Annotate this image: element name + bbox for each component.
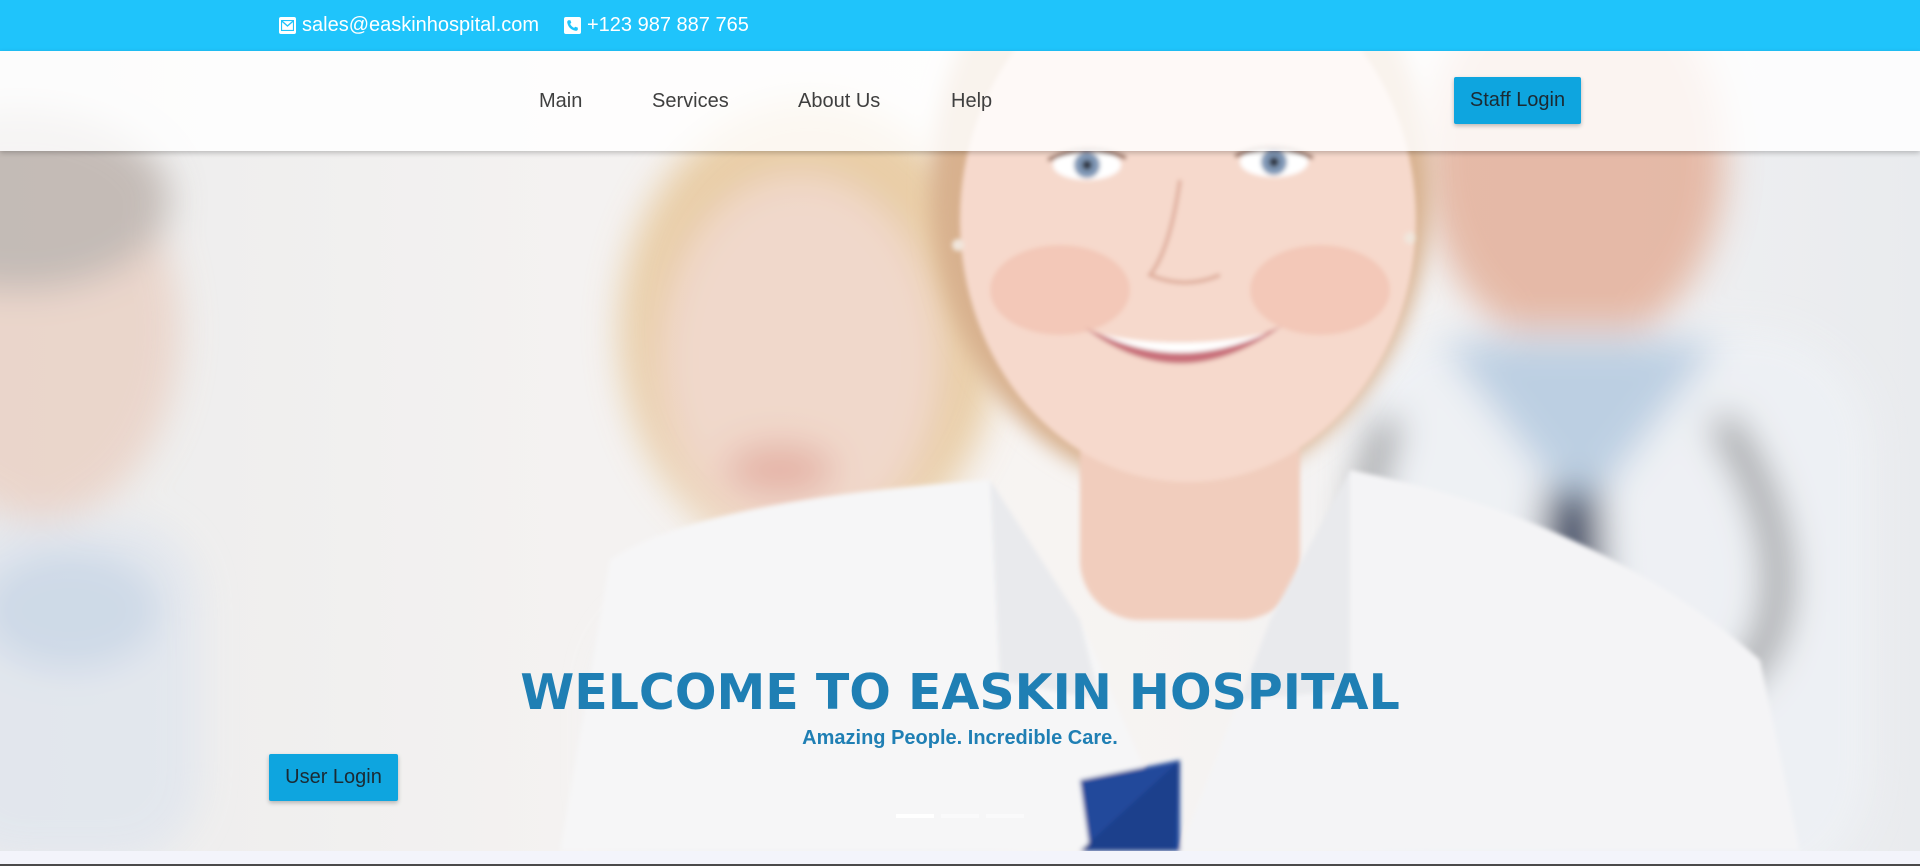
section-divider [0, 851, 1920, 864]
phone-icon [564, 17, 581, 34]
carousel-indicator-3[interactable] [986, 814, 1024, 818]
user-login-button[interactable]: User Login [269, 754, 398, 801]
carousel-indicator-1[interactable] [896, 814, 934, 818]
nav-item-help[interactable]: Help [951, 51, 992, 151]
hero-subtitle: Amazing People. Incredible Care. [802, 727, 1118, 749]
carousel-indicators [896, 814, 1024, 818]
nav-item-main[interactable]: Main [539, 51, 582, 151]
page: sales@easkinhospital.com +123 987 887 76… [0, 0, 1920, 866]
contact-email-text: sales@easkinhospital.com [302, 14, 540, 36]
staff-login-button[interactable]: Staff Login [1454, 77, 1581, 124]
main-navbar: Main Services About Us Help [0, 51, 1920, 151]
carousel-indicator-2[interactable] [941, 814, 979, 818]
nav-item-services[interactable]: Services [652, 51, 729, 151]
contact-phone-text: +123 987 887 765 [587, 14, 749, 36]
nav-item-about-us[interactable]: About Us [798, 51, 880, 151]
contact-email[interactable]: sales@easkinhospital.com [279, 0, 539, 51]
envelope-icon [279, 17, 296, 34]
top-contact-bar: sales@easkinhospital.com +123 987 887 76… [0, 0, 1920, 51]
contact-phone[interactable]: +123 987 887 765 [564, 0, 749, 51]
hero-title: WELCOME TO EASKIN HOSPITAL [520, 664, 1400, 721]
